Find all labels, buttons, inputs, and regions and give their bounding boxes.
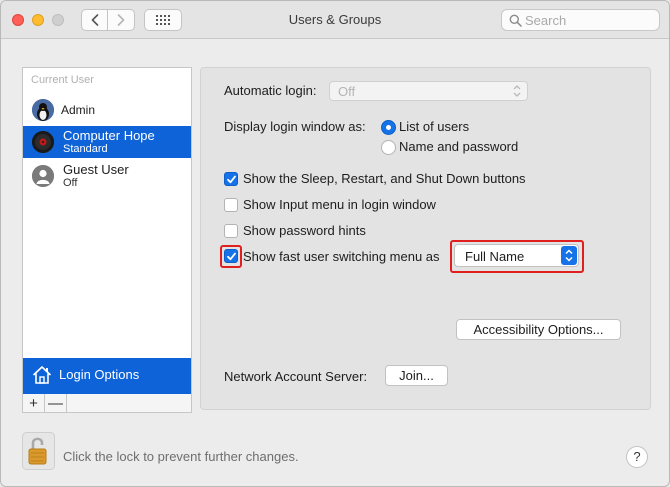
login-options-item[interactable]: Login Options [23, 358, 191, 394]
add-user-button[interactable]: + [23, 394, 45, 412]
radio-list-of-users-label: List of users [399, 119, 470, 134]
user-row-computer-hope[interactable]: Computer Hope Standard [23, 126, 191, 158]
checkbox-show-password-hints[interactable] [224, 224, 238, 238]
radio-name-and-password[interactable] [381, 140, 396, 155]
section-label-current-user: Current User [31, 74, 94, 86]
radio-list-of-users[interactable] [381, 120, 396, 135]
fast-user-switching-popup[interactable]: Full Name [454, 244, 579, 267]
fast-user-switching-value: Full Name [465, 249, 525, 264]
checkbox-fast-user-switching[interactable] [224, 249, 238, 263]
user-row-admin[interactable]: Admin [23, 96, 191, 124]
user-account-type: Off [63, 177, 78, 189]
join-button[interactable]: Join... [385, 365, 448, 386]
checkmark-icon [227, 252, 236, 261]
remove-user-button[interactable]: — [45, 394, 67, 412]
lock-icon[interactable] [22, 432, 55, 470]
avatar [32, 165, 54, 187]
checkbox-show-sleep-restart[interactable] [224, 172, 238, 186]
checkmark-icon [227, 175, 236, 184]
display-login-label: Display login window as: [224, 119, 366, 134]
user-row-guest[interactable]: Guest User Off [23, 160, 191, 192]
lock-message: Click the lock to prevent further change… [63, 449, 299, 464]
user-name: Computer Hope [63, 128, 155, 143]
automatic-login-popup[interactable]: Off [329, 81, 528, 101]
accessibility-options-button[interactable]: Accessibility Options... [456, 319, 621, 340]
network-account-server-label: Network Account Server: [224, 369, 368, 384]
fast-user-switching-label: Show fast user switching menu as [243, 249, 440, 264]
login-options-label: Login Options [59, 367, 140, 382]
popup-stepper [561, 246, 577, 265]
chevron-up-down-icon [565, 249, 573, 262]
user-name: Guest User [63, 162, 129, 177]
search-input[interactable] [525, 12, 655, 28]
house-icon [32, 366, 52, 384]
help-button[interactable]: ? [626, 446, 648, 468]
search-icon [509, 14, 522, 27]
users-sidebar: Current User Admin Computer Hope Standar… [22, 67, 192, 394]
automatic-login-value: Off [338, 84, 356, 99]
search-field[interactable] [501, 9, 660, 31]
radio-name-and-password-label: Name and password [399, 139, 519, 154]
checkbox-show-input-menu[interactable] [224, 198, 238, 212]
show-password-hints-label: Show password hints [243, 223, 366, 238]
title-bar: Users & Groups [1, 1, 669, 39]
user-name: Admin [61, 103, 96, 117]
automatic-login-label: Automatic login: [224, 83, 317, 98]
user-account-type: Standard [63, 143, 108, 155]
sidebar-toolbar: + — [22, 394, 192, 413]
avatar [32, 131, 54, 153]
users-groups-window: Users & Groups Current User Admin Comput… [0, 0, 670, 487]
avatar [32, 99, 54, 121]
chevron-up-down-icon [513, 85, 521, 97]
login-options-panel: Automatic login: Off Display login windo… [200, 67, 651, 410]
show-input-menu-label: Show Input menu in login window [243, 197, 436, 212]
show-sleep-restart-label: Show the Sleep, Restart, and Shut Down b… [243, 171, 526, 186]
